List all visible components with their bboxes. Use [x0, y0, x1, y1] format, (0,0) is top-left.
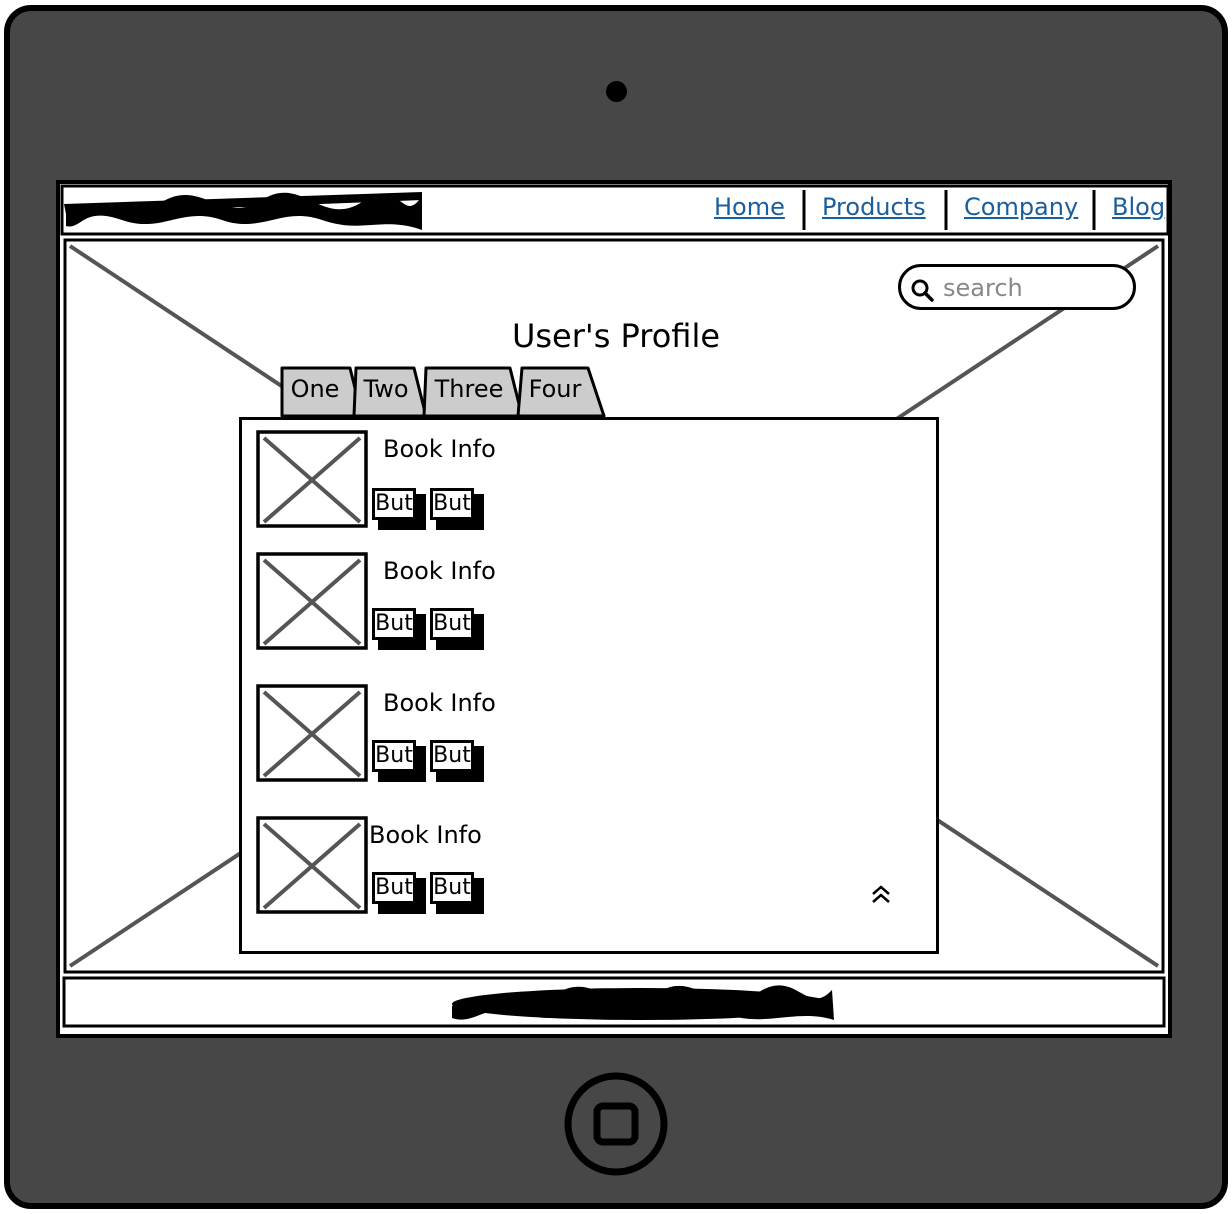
book-button-1[interactable]: But	[372, 608, 426, 650]
book-info: Book Info	[369, 821, 482, 849]
page-title: User's Profile	[511, 317, 721, 355]
book-thumbnail	[256, 684, 368, 782]
list-item: Book Info But But	[256, 430, 516, 532]
tab-four[interactable]: Four	[522, 372, 588, 406]
book-thumbnail	[256, 430, 368, 528]
book-info: Book Info	[383, 435, 496, 463]
book-button-2[interactable]: But	[430, 740, 484, 782]
book-thumbnail	[256, 552, 368, 650]
footer-scribble	[452, 985, 834, 1020]
nav-dividers	[802, 190, 1096, 230]
list-item: Book Info But But	[256, 552, 516, 654]
book-button-2[interactable]: But	[430, 872, 484, 914]
home-button-icon[interactable]	[564, 1072, 668, 1176]
search-input[interactable]	[943, 273, 1123, 303]
list-item: Book Info But But	[256, 684, 516, 786]
tab-three[interactable]: Three	[428, 372, 510, 406]
book-button-1[interactable]: But	[372, 488, 426, 530]
tab-two[interactable]: Two	[358, 372, 414, 406]
book-button-2[interactable]: But	[430, 608, 484, 650]
book-button-1[interactable]: But	[372, 740, 426, 782]
double-chevron-up-icon[interactable]	[868, 882, 894, 908]
book-thumbnail	[256, 816, 368, 914]
book-button-1[interactable]: But	[372, 872, 426, 914]
book-button-2[interactable]: But	[430, 488, 484, 530]
search-box[interactable]	[898, 264, 1136, 310]
book-info: Book Info	[383, 689, 496, 717]
search-icon	[911, 279, 934, 302]
list-item: Book Info But But	[256, 816, 516, 918]
tab-one[interactable]: One	[284, 372, 346, 406]
book-info: Book Info	[383, 557, 496, 585]
